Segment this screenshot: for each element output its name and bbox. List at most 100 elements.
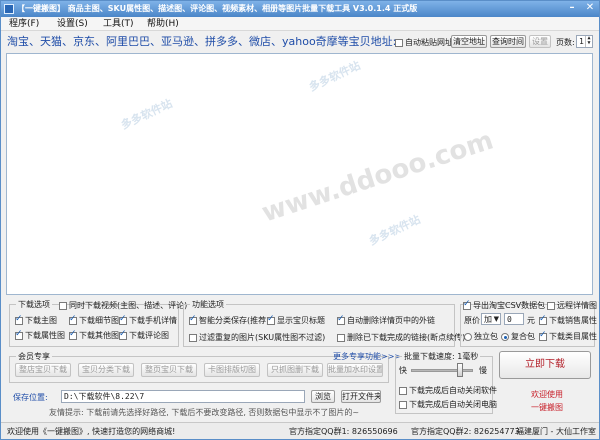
minimize-button[interactable]: – (565, 2, 579, 14)
export-csv-box[interactable] (463, 299, 471, 310)
shutdown-box[interactable] (399, 400, 407, 409)
merge-package-dot[interactable] (501, 332, 509, 341)
app-icon (4, 4, 14, 14)
menu-help[interactable]: 帮助(H) (147, 17, 179, 31)
download-mobile-checkbox[interactable]: 下载手机详情 (119, 314, 177, 326)
url-textarea[interactable]: www.ddooo.com 多多软件站 多多软件站 多多软件站 (6, 53, 593, 295)
card-slice-button[interactable]: 卡图排版切图 (204, 363, 260, 377)
menu-tools[interactable]: 工具(T) (103, 17, 134, 31)
url-row: 淘宝、天猫、京东、阿里巴巴、亚马逊、拼多多、微店、yahoo奇摩等宝贝地址: 自… (1, 31, 599, 53)
menu-program[interactable]: 程序(F) (9, 17, 39, 31)
download-other-label: 下载其他图 (79, 331, 119, 340)
clear-address-button[interactable]: 清空地址 (451, 35, 487, 48)
whole-page-download-button[interactable]: 整页宝贝下载 (141, 363, 197, 377)
function-options-title: 功能选项 (190, 299, 226, 310)
shutdown-checkbox[interactable]: 下载完成后自动关闭电脑 (399, 399, 497, 410)
download-detail-box[interactable] (69, 314, 77, 325)
start-download-button[interactable]: 立即下载 (499, 351, 591, 379)
show-title-box[interactable] (267, 314, 275, 325)
remove-links-box[interactable] (337, 314, 345, 325)
sync-video-box[interactable] (59, 301, 67, 310)
close-software-label: 下载完成后自动关闭软件 (409, 386, 497, 395)
browse-button[interactable]: 浏览 (311, 390, 335, 403)
status-welcome: 欢迎使用《一键搬图》, 快速打造您的网络商城! (7, 427, 176, 436)
download-category-label: 下载类目属性 (549, 332, 597, 341)
category-download-button[interactable]: 宝贝分类下载 (78, 363, 134, 377)
download-review-checkbox[interactable]: 下载评论图 (119, 329, 169, 341)
status-qq1: 官方指定QQ群1: 826550696 (289, 427, 398, 436)
remote-details-checkbox[interactable]: 远程详情图 (547, 300, 597, 311)
speed-title: 批量下载速度: 1毫秒 (402, 351, 481, 362)
pages-spinner[interactable]: ▲ ▼ (585, 36, 592, 47)
price-unit: 元 (527, 316, 535, 325)
smart-save-box[interactable] (189, 314, 197, 325)
welcome-line1: 欢迎使用 (531, 390, 563, 399)
auto-paste-box[interactable] (395, 38, 403, 47)
smart-save-label: 智能分类保存(推荐) (199, 316, 270, 325)
download-sales-box[interactable] (539, 314, 547, 325)
save-path-input[interactable]: D:\下载软件\8.22\7 (61, 390, 305, 403)
export-csv-checkbox[interactable]: 导出淘宝CSV数据包 (463, 299, 545, 311)
speed-slider-thumb[interactable] (456, 363, 463, 377)
merge-package-radio[interactable]: 复合包 (501, 331, 535, 342)
speed-slider-track[interactable] (411, 369, 473, 372)
pages-input[interactable]: 1 ▲ ▼ (576, 35, 593, 48)
batch-watermark-button[interactable]: 批量加水印设置 (327, 363, 383, 377)
download-mobile-label: 下载手机详情 (129, 316, 177, 325)
download-mobile-box[interactable] (119, 314, 127, 325)
download-sales-checkbox[interactable]: 下载销售属性 (539, 314, 597, 326)
download-main-box[interactable] (15, 314, 23, 325)
filter-duplicates-box[interactable] (189, 333, 197, 342)
single-package-label: 独立包 (474, 332, 498, 341)
more-vip-link[interactable]: 更多专享功能>>> (333, 351, 401, 362)
download-category-box[interactable] (539, 330, 547, 341)
tip-text: 友情提示: 下载前请先选择好路径, 下载后不要改变路径, 否则数据包中显示不了图… (49, 408, 360, 417)
delete-finished-checkbox[interactable]: 删除已下载完成的链接(断点续传) (337, 332, 465, 343)
filter-duplicates-checkbox[interactable]: 过滤重复的图片(SKU属性图不过滤) (189, 332, 325, 343)
smart-save-checkbox[interactable]: 智能分类保存(推荐) (189, 314, 270, 326)
download-other-checkbox[interactable]: 下载其他图 (69, 329, 119, 341)
watermark-text: www.ddooo.com (258, 125, 498, 229)
single-package-dot[interactable] (464, 332, 472, 341)
save-location-label: 保存位置: (13, 393, 48, 402)
delete-finished-box[interactable] (337, 333, 345, 342)
speed-slow-label: 慢 (479, 366, 487, 375)
remote-details-box[interactable] (547, 301, 555, 310)
close-button[interactable]: ✕ (583, 2, 597, 14)
close-software-checkbox[interactable]: 下载完成后自动关闭软件 (399, 385, 497, 396)
close-software-box[interactable] (399, 386, 407, 395)
single-package-radio[interactable]: 独立包 (464, 331, 498, 342)
download-main-checkbox[interactable]: 下载主图 (15, 314, 57, 326)
shutdown-label: 下载完成后自动关闭电脑 (409, 400, 497, 409)
download-detail-label: 下载细节图 (79, 316, 119, 325)
show-title-checkbox[interactable]: 显示宝贝标题 (267, 314, 325, 326)
query-time-button[interactable]: 查询时间 (490, 35, 526, 48)
download-category-checkbox[interactable]: 下载类目属性 (539, 330, 597, 342)
sync-video-label: 同时下载视频(主图、描述、评论) (69, 301, 188, 310)
whole-shop-download-button[interactable]: 整店宝贝下载 (15, 363, 71, 377)
settings-button[interactable]: 设置 (529, 35, 551, 48)
merge-package-label: 复合包 (511, 332, 535, 341)
open-folder-button[interactable]: 打开文件夹 (341, 390, 381, 403)
price-operator-select[interactable]: 加 ▼ (481, 313, 501, 325)
url-label: 淘宝、天猫、京东、阿里巴巴、亚马逊、拼多多、微店、yahoo奇摩等宝贝地址: (7, 35, 397, 48)
grab-only-button[interactable]: 只抓图删下载 (267, 363, 323, 377)
sync-video-checkbox[interactable]: 同时下载视频(主图、描述、评论) (59, 300, 187, 311)
menu-bar: 程序(F) 设置(S) 工具(T) 帮助(H) (1, 17, 599, 31)
download-attr-box[interactable] (15, 329, 23, 340)
pages-value: 1 (579, 37, 584, 46)
pages-label: 页数: (556, 38, 575, 47)
watermark-text: 多多软件站 (119, 96, 175, 132)
chevron-down-icon: ▼ (493, 315, 499, 323)
download-review-box[interactable] (119, 329, 127, 340)
download-detail-checkbox[interactable]: 下载细节图 (69, 314, 119, 326)
remove-links-checkbox[interactable]: 自动删除详情页中的外链 (337, 314, 435, 326)
watermark-text: 多多软件站 (367, 212, 423, 248)
status-bar: 欢迎使用《一键搬图》, 快速打造您的网络商城! 官方指定QQ群1: 826550… (1, 422, 599, 439)
welcome-line2[interactable]: 一键搬图 (531, 402, 563, 413)
download-attr-checkbox[interactable]: 下载属性图 (15, 329, 65, 341)
price-value-input[interactable]: 0 (504, 313, 524, 325)
auto-paste-checkbox[interactable]: 自动粘贴网址 (395, 37, 453, 48)
download-other-box[interactable] (69, 329, 77, 340)
menu-settings[interactable]: 设置(S) (57, 17, 88, 31)
